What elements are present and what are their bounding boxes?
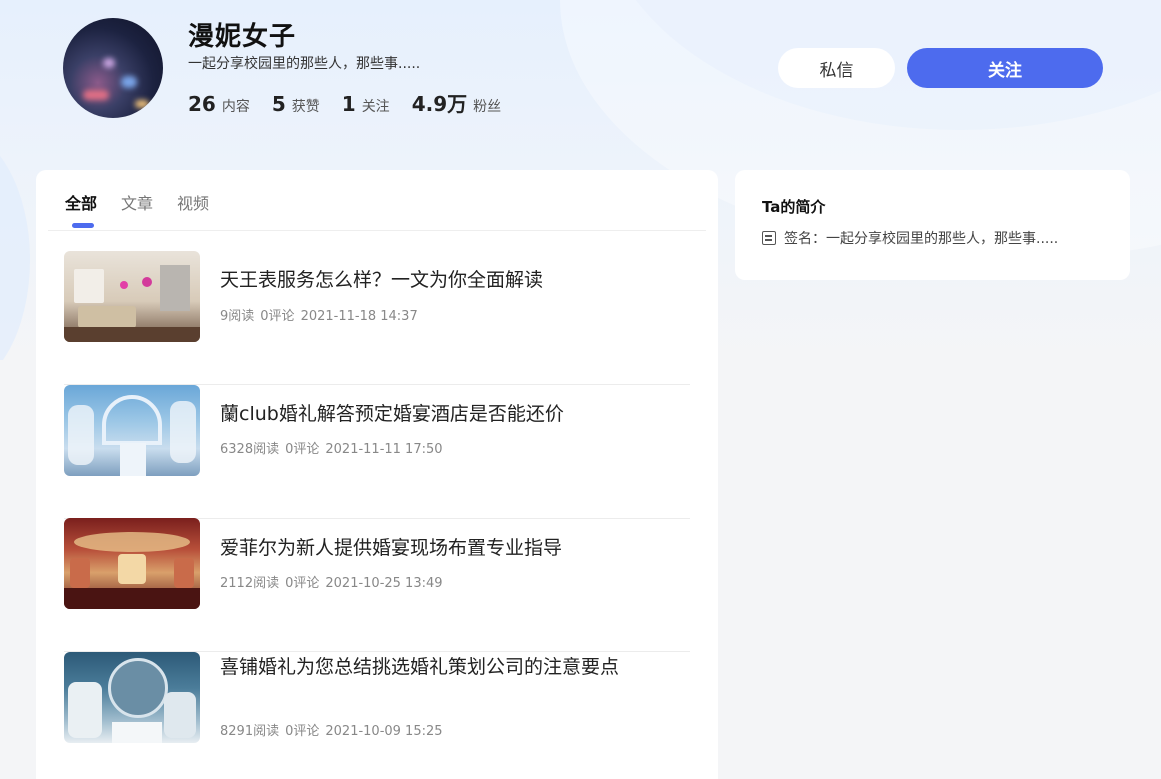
- article-meta: 9阅读 0评论 2021-11-18 14:37: [220, 305, 424, 324]
- stat-label: 获赞: [291, 99, 320, 115]
- publish-date: 2021-10-25 13:49: [325, 576, 443, 591]
- article-item[interactable]: 蘭club婚礼解答预定婚宴酒店是否能还价 6328阅读 0评论 2021-11-11…: [64, 385, 690, 519]
- article-title[interactable]: 爱菲尔为新人提供婚宴现场布置专业指导: [220, 533, 640, 563]
- intro-signature: 签名： 一起分享校园里的那些人，那些事.....: [762, 228, 1058, 248]
- article-title[interactable]: 蘭club婚礼解答预定婚宴酒店是否能还价: [220, 399, 640, 429]
- publish-date: 2021-10-09 15:25: [325, 724, 443, 739]
- comment-count: 0评论: [285, 724, 320, 739]
- article-title[interactable]: 天王表服务怎么样？一文为你全面解读: [220, 265, 640, 295]
- stat-number: 26: [188, 92, 216, 116]
- publish-date: 2021-11-18 14:37: [300, 309, 418, 324]
- follow-button[interactable]: 关注: [907, 48, 1103, 88]
- document-icon: [762, 231, 776, 245]
- article-item[interactable]: 天王表服务怎么样？一文为你全面解读 9阅读 0评论 2021-11-18 14:37: [64, 251, 690, 385]
- tab-label: 文章: [121, 194, 154, 213]
- stat-number: 4.9万: [411, 92, 468, 116]
- avatar[interactable]: [63, 18, 163, 118]
- stat-followers[interactable]: 4.9万 粉丝: [412, 88, 501, 117]
- stat-label: 粉丝: [473, 99, 502, 115]
- publish-date: 2021-11-11 17:50: [325, 442, 443, 457]
- content-tabs: 全部 文章 视频: [65, 190, 233, 230]
- user-bio: 一起分享校园里的那些人，那些事.....: [188, 56, 421, 72]
- article-item[interactable]: 爱菲尔为新人提供婚宴现场布置专业指导 2112阅读 0评论 2021-10-25 1…: [64, 518, 690, 652]
- stat-label: 内容: [221, 99, 250, 115]
- article-title[interactable]: 喜铺婚礼为您总结挑选婚礼策划公司的注意要点: [220, 652, 630, 682]
- read-count: 9阅读: [220, 309, 255, 324]
- user-name: 漫妮女子: [188, 22, 297, 52]
- read-count: 2112阅读: [220, 576, 280, 591]
- article-item[interactable]: 喜铺婚礼为您总结挑选婚礼策划公司的注意要点 8291阅读 0评论 2021-10-0…: [64, 652, 690, 779]
- stat-number: 1: [341, 92, 356, 116]
- tab-all[interactable]: 全部: [65, 190, 97, 230]
- article-thumbnail[interactable]: [64, 385, 200, 476]
- stat-label: 关注: [361, 99, 390, 115]
- read-count: 6328阅读: [220, 442, 280, 457]
- read-count: 8291阅读: [220, 724, 280, 739]
- article-thumbnail[interactable]: [64, 251, 200, 342]
- intro-title: Ta的简介: [762, 198, 826, 216]
- comment-count: 0评论: [260, 309, 295, 324]
- content-card: 全部 文章 视频 天王表服务怎么样？一文为你全面解读 9阅读 0评论 2021-11…: [36, 170, 718, 779]
- tab-active-indicator: [72, 223, 94, 228]
- article-meta: 8291阅读 0评论 2021-10-09 15:25: [220, 720, 449, 739]
- message-button[interactable]: 私信: [778, 48, 895, 88]
- stat-following[interactable]: 1 关注: [342, 92, 390, 116]
- signature-label: 签名：: [784, 231, 826, 247]
- article-thumbnail[interactable]: [64, 518, 200, 609]
- stat-content[interactable]: 26 内容: [188, 92, 250, 116]
- tab-label: 全部: [65, 194, 98, 213]
- signature-text: 一起分享校园里的那些人，那些事.....: [826, 231, 1059, 247]
- intro-card: Ta的简介 签名： 一起分享校园里的那些人，那些事.....: [735, 170, 1130, 280]
- tab-label: 视频: [177, 194, 210, 213]
- divider: [48, 230, 706, 231]
- stat-likes[interactable]: 5 获赞: [272, 92, 320, 116]
- tab-articles[interactable]: 文章: [121, 190, 153, 230]
- comment-count: 0评论: [285, 576, 320, 591]
- user-stats: 26 内容 5 获赞 1 关注 4.9万 粉丝: [188, 88, 523, 117]
- article-meta: 6328阅读 0评论 2021-11-11 17:50: [220, 438, 449, 457]
- comment-count: 0评论: [285, 442, 320, 457]
- stat-number: 5: [271, 92, 286, 116]
- article-meta: 2112阅读 0评论 2021-10-25 13:49: [220, 572, 449, 591]
- tab-videos[interactable]: 视频: [177, 190, 209, 230]
- article-thumbnail[interactable]: [64, 652, 200, 743]
